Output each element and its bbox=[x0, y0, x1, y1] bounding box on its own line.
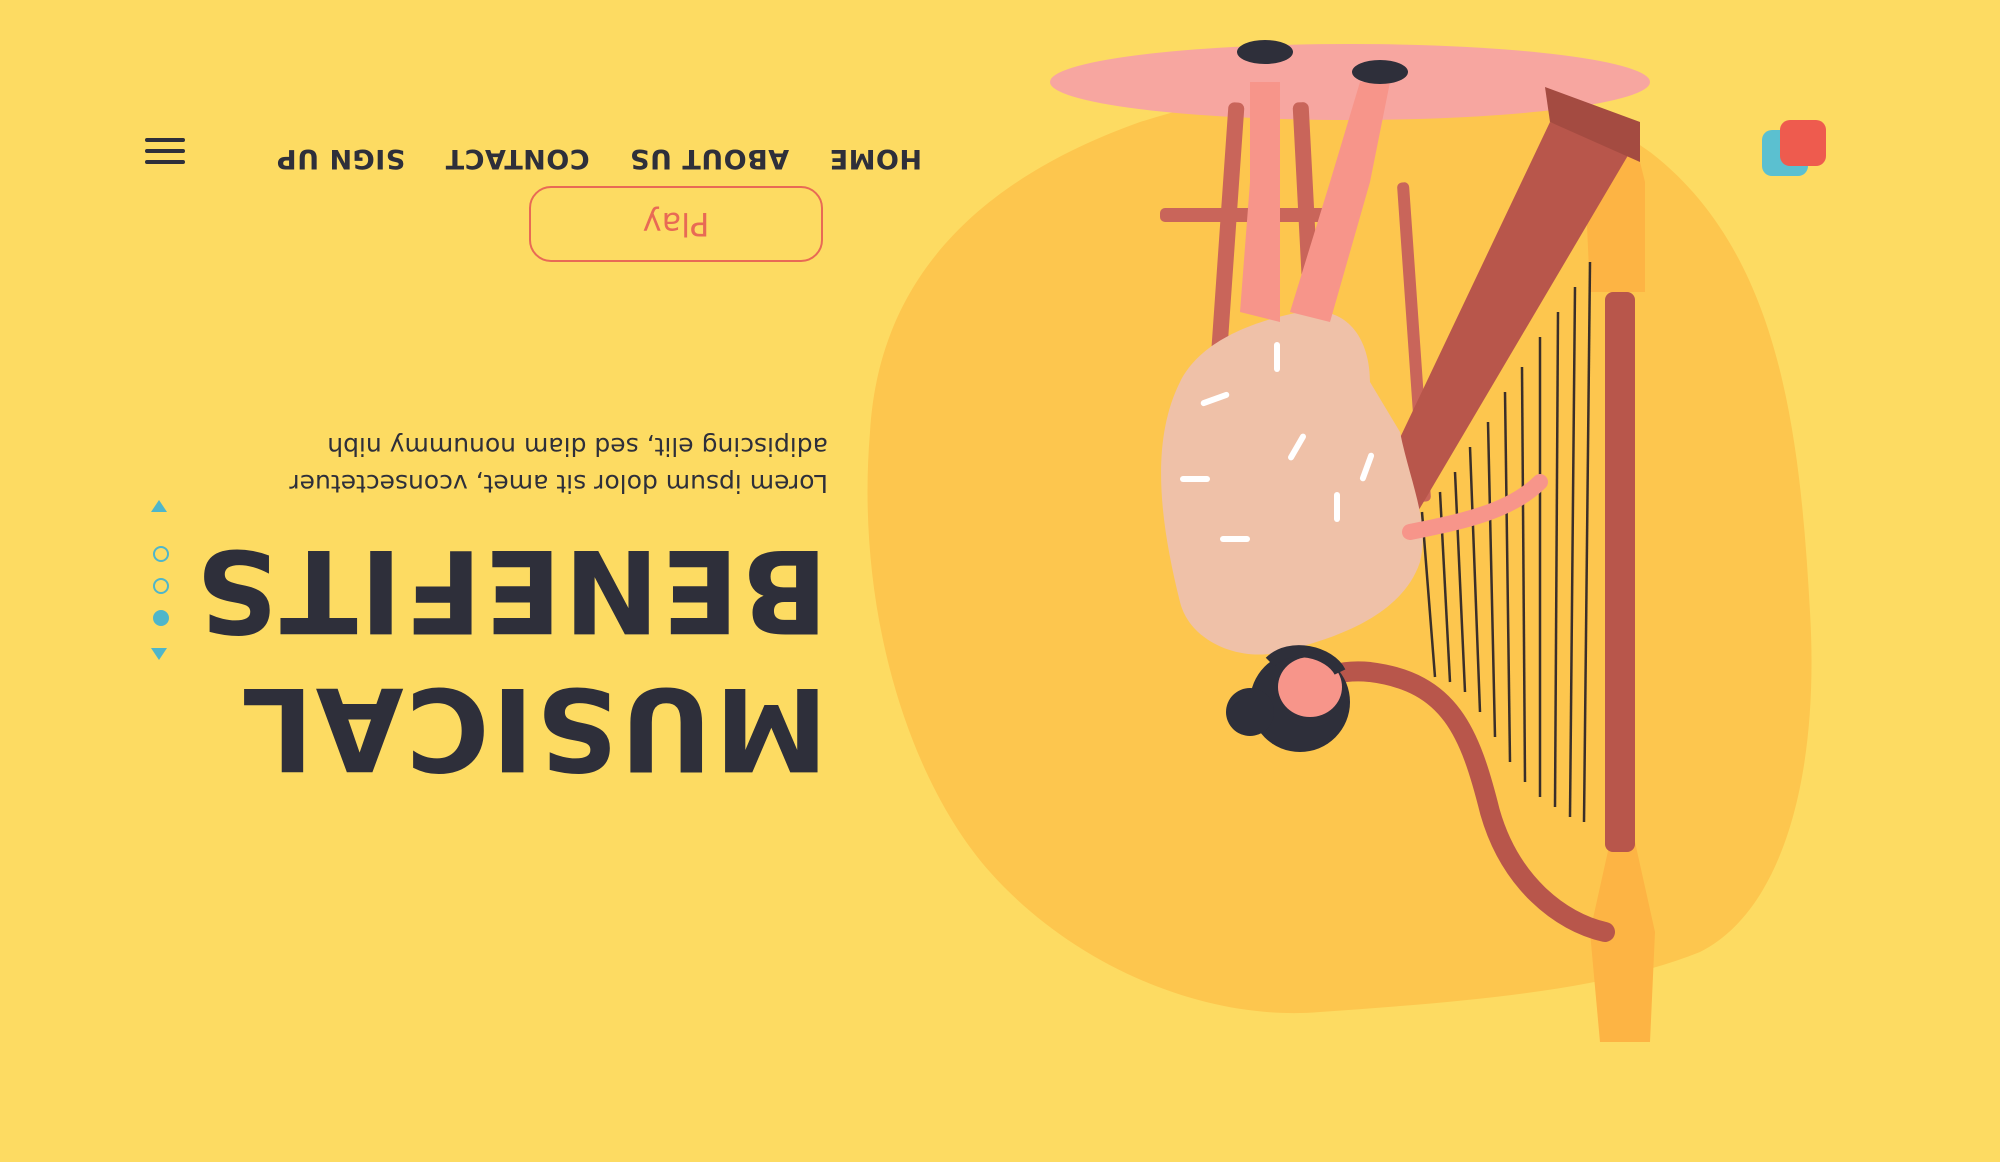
nav-sign-up[interactable]: SIGN UP bbox=[276, 143, 405, 174]
harp-player-illustration bbox=[867, 40, 1812, 1042]
slider-pagination bbox=[147, 500, 171, 660]
shoe-right bbox=[1237, 40, 1293, 64]
hero-title: MUSICAL BENEFITS bbox=[193, 521, 828, 797]
play-button[interactable]: Play bbox=[529, 186, 823, 262]
hero-title-line-2: BENEFITS bbox=[193, 524, 828, 657]
slider-dot-3[interactable] bbox=[153, 546, 169, 562]
slider-dot-1[interactable] bbox=[153, 610, 169, 626]
nav-about-us[interactable]: ABOUT US bbox=[630, 143, 790, 174]
harp-column bbox=[1605, 292, 1635, 852]
triangle-up-icon[interactable] bbox=[151, 648, 167, 660]
nav-contact[interactable]: CONTACT bbox=[445, 143, 589, 174]
hero-title-line-1: MUSICAL bbox=[238, 662, 828, 795]
triangle-down-icon[interactable] bbox=[151, 500, 167, 512]
shoe-left bbox=[1352, 60, 1408, 84]
hero-description: Lorem ipsum dolor sit amet, vconsectetue… bbox=[289, 432, 828, 498]
top-nav: HOME ABOUT US CONTACT SIGN UP bbox=[276, 143, 922, 174]
girl-bun bbox=[1226, 688, 1274, 736]
landing-page: HOME ABOUT US CONTACT SIGN UP MUSICAL BE… bbox=[0, 0, 2000, 1162]
hamburger-menu-icon[interactable] bbox=[145, 138, 185, 164]
slider-dot-2[interactable] bbox=[153, 578, 169, 594]
